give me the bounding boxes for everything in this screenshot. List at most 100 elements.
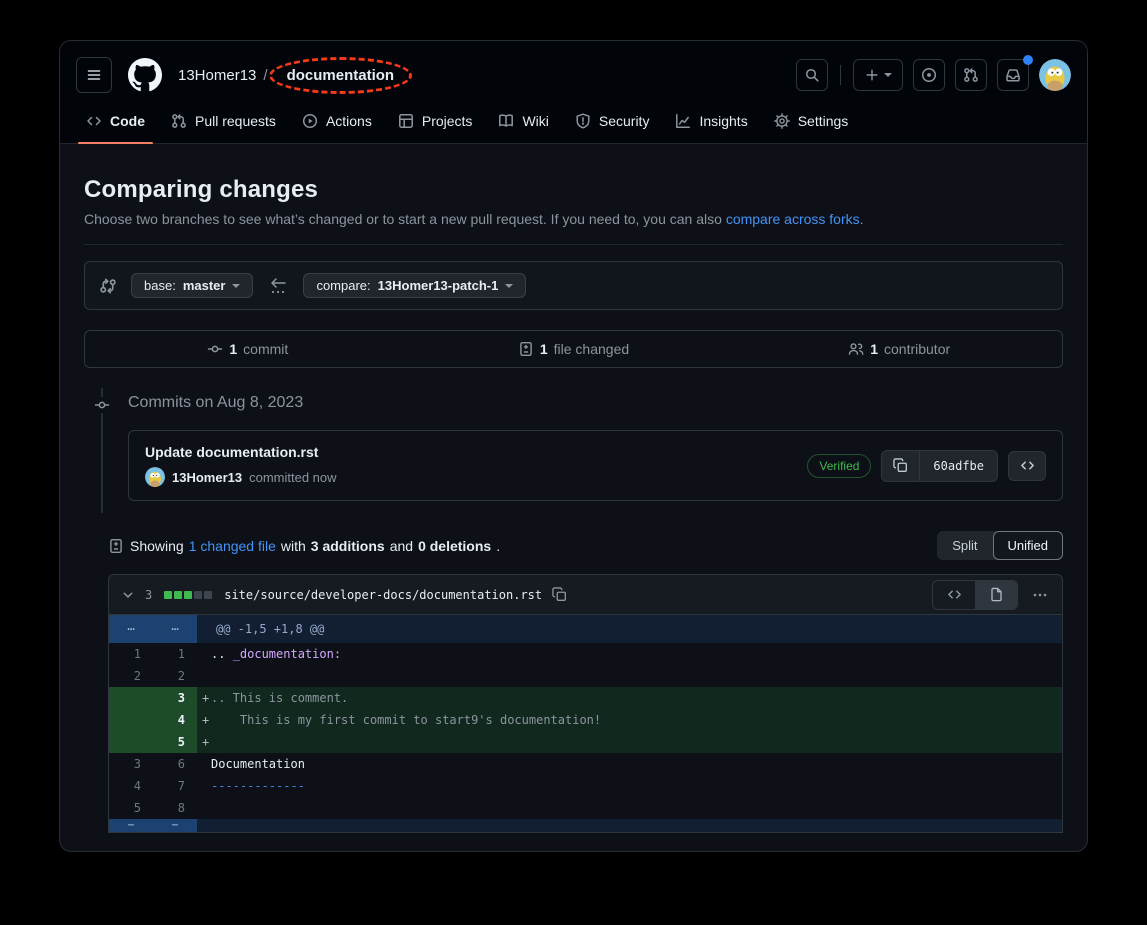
tab-code[interactable]: Code [76, 105, 155, 143]
view-source-button[interactable] [933, 581, 975, 609]
diff-code-row: 11 .. _documentation: [109, 643, 1062, 665]
commit-title-link[interactable]: Update documentation.rst [145, 444, 337, 460]
app-header: 13Homer13 / documentation [60, 41, 1087, 144]
plus-icon [865, 68, 879, 82]
tab-actions[interactable]: Actions [292, 105, 382, 143]
file-diff-card: 3 site/source/developer-docs/documentati… [108, 574, 1063, 833]
commit-author-link[interactable]: 13Homer13 [172, 470, 242, 485]
stat-label: file changed [554, 341, 630, 357]
breadcrumb: 13Homer13 / documentation [178, 64, 406, 87]
description-text: Choose two branches to see what’s change… [84, 211, 726, 227]
tab-wiki[interactable]: Wiki [488, 105, 558, 143]
compare-branch-selector[interactable]: compare: 13Homer13-patch-1 [303, 273, 526, 298]
old-line-number [109, 687, 153, 709]
file-path[interactable]: site/source/developer-docs/documentation… [224, 588, 542, 602]
github-logo[interactable] [128, 58, 162, 92]
tab-pull-requests[interactable]: Pull requests [161, 105, 286, 143]
changed-files-link[interactable]: 1 changed file [189, 538, 276, 554]
repo-name-annotation: documentation [269, 57, 413, 94]
repo-name-link[interactable]: documentation [287, 67, 395, 84]
commit-sha-link[interactable]: 60adfbe [920, 451, 997, 481]
code-line: + This is my first commit to start9's do… [197, 709, 1062, 731]
stat-count: 1 [540, 341, 548, 357]
copy-icon [552, 587, 567, 602]
expand-hunk-button[interactable]: ⋯⋯ [109, 615, 197, 643]
comparison-stats-bar: 1 commit 1 file changed 1 contributor [84, 330, 1063, 368]
diffstat[interactable] [164, 591, 212, 599]
base-branch-selector[interactable]: base: master [131, 273, 253, 298]
code-line [197, 797, 1062, 819]
diff-render-toggle [932, 580, 1018, 610]
create-new-button[interactable] [853, 59, 903, 91]
diff-hunk-row: ⋯⋯@@ -1,5 +1,8 @@ [109, 615, 1062, 643]
ellipsis-icon [271, 289, 285, 295]
copy-path-button[interactable] [550, 585, 569, 604]
code-line: + [197, 731, 1062, 753]
diff-marker [197, 775, 211, 797]
stat-commits[interactable]: 1 commit [85, 331, 411, 367]
description-suffix: . [860, 211, 864, 227]
base-branch-name: master [183, 278, 226, 293]
repo-owner-link[interactable]: 13Homer13 [178, 67, 256, 84]
issues-button[interactable] [913, 59, 945, 91]
book-icon [498, 113, 514, 129]
search-button[interactable] [796, 59, 828, 91]
shield-icon [575, 113, 591, 129]
diff-marker: + [197, 709, 211, 731]
hunk-header-text [197, 819, 1062, 832]
unified-view-button[interactable]: Unified [993, 531, 1063, 560]
pull-requests-button[interactable] [955, 59, 987, 91]
code-line: Documentation [197, 753, 1062, 775]
sha-button-group: 60adfbe [881, 450, 998, 482]
user-avatar-button[interactable] [1039, 59, 1071, 91]
tab-projects[interactable]: Projects [388, 105, 483, 143]
collapse-file-button[interactable] [119, 586, 137, 604]
tab-insights[interactable]: Insights [665, 105, 757, 143]
commits-date-heading: Commits on Aug 8, 2023 [128, 394, 1063, 412]
rich-diff-button[interactable] [975, 581, 1017, 609]
kebab-horizontal-icon [1032, 587, 1048, 603]
line-number-gutter: 58 [109, 797, 197, 819]
browse-code-button[interactable] [1008, 451, 1046, 481]
play-circle-icon [302, 113, 318, 129]
tab-settings[interactable]: Settings [764, 105, 859, 143]
line-number-gutter: 36 [109, 753, 197, 775]
branch-selector-bar: base: master compare: 13Homer13-patch-1 [84, 261, 1063, 310]
verified-badge[interactable]: Verified [807, 454, 871, 478]
line-number-gutter: 11 [109, 643, 197, 665]
changed-lines-count: 3 [145, 588, 152, 602]
line-number-gutter: 3 [109, 687, 197, 709]
expand-hunk-button[interactable]: ⋯⋯ [109, 819, 197, 832]
notification-dot [1023, 55, 1033, 65]
new-line-number: 7 [153, 775, 197, 797]
file-options-button[interactable] [1028, 583, 1052, 607]
chevron-down-icon [505, 284, 513, 288]
stat-files-changed[interactable]: 1 file changed [411, 331, 737, 367]
global-menu-button[interactable] [76, 57, 112, 93]
diff-code-row: 58 [109, 797, 1062, 819]
tab-label: Security [599, 113, 650, 129]
file-icon [989, 587, 1004, 602]
gear-icon [774, 113, 790, 129]
compare-across-forks-link[interactable]: compare across forks [726, 211, 860, 227]
breadcrumb-separator: / [263, 67, 267, 84]
diff-summary-row: Showing 1 changed file with 3 additions … [108, 531, 1063, 560]
code-icon [947, 587, 962, 602]
file-diff-icon [108, 538, 124, 554]
split-view-button[interactable]: Split [937, 531, 992, 560]
copy-icon [893, 458, 908, 473]
old-line-number: 3 [109, 753, 153, 775]
tab-security[interactable]: Security [565, 105, 660, 143]
copy-sha-button[interactable] [882, 451, 920, 481]
diff-code-row: 3+.. This is comment. [109, 687, 1062, 709]
diff-hunk-row: ⋯⋯ [109, 819, 1062, 832]
diff-marker: + [197, 731, 211, 753]
deletions-count: 0 deletions [418, 538, 491, 554]
commit-author-avatar[interactable] [145, 467, 165, 487]
code-line [197, 665, 1062, 687]
diff-marker [197, 643, 211, 665]
code-line: ------------- [197, 775, 1062, 797]
code-icon [1020, 458, 1035, 473]
git-pull-request-icon [171, 113, 187, 129]
stat-contributors[interactable]: 1 contributor [736, 331, 1062, 367]
